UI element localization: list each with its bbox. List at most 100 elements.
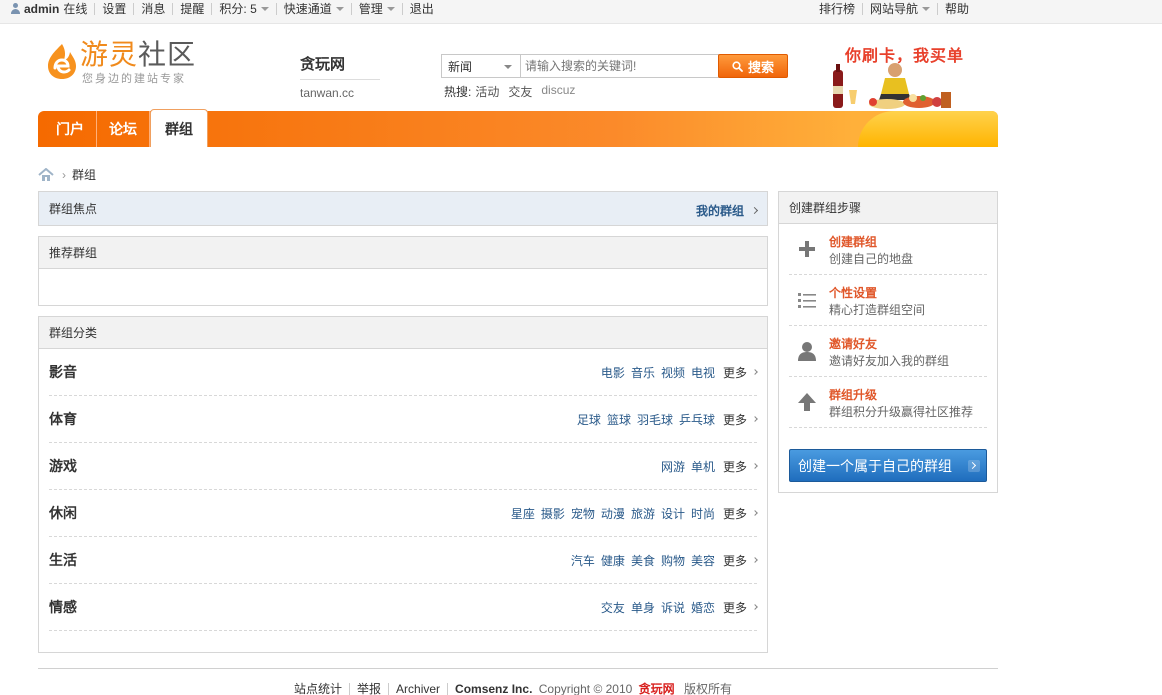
search-input[interactable] — [521, 54, 719, 78]
category-links: 汽车 健康 美食 购物 美容 更多 — [565, 537, 758, 583]
points-menu[interactable]: 积分: 5 — [212, 3, 277, 15]
breadcrumb-separator: › — [62, 167, 66, 182]
category-link[interactable]: 诉说 — [661, 599, 685, 616]
step-title[interactable]: 群组升级 — [829, 386, 877, 403]
group-focus-header: 群组焦点 我的群组 — [39, 192, 767, 225]
category-name[interactable]: 情感 — [49, 597, 77, 617]
category-link[interactable]: 健康 — [601, 552, 625, 569]
category-link[interactable]: 设计 — [661, 505, 685, 522]
help-link[interactable]: 帮助 — [938, 3, 976, 15]
category-link[interactable]: 旅游 — [631, 505, 655, 522]
step-item: 邀请好友 邀请好友加入我的群组 — [789, 326, 987, 377]
category-link[interactable]: 电视 — [691, 364, 715, 381]
category-more-link[interactable]: 更多 — [723, 411, 758, 428]
manage-menu[interactable]: 管理 — [352, 3, 403, 15]
home-icon[interactable] — [38, 167, 54, 182]
category-name[interactable]: 生活 — [49, 550, 77, 570]
create-group-button[interactable]: 创建一个属于自己的群组 — [789, 449, 987, 482]
chevron-right-icon — [752, 604, 758, 610]
footer-copyright: Comsenz Inc. Copyright © 2010 贪玩网 版权所有 — [448, 683, 739, 695]
hot-label: 热搜: — [444, 85, 472, 99]
recommended-groups-header: 推荐群组 — [39, 237, 767, 269]
site-nav-menu[interactable]: 网站导航 — [863, 3, 939, 15]
category-more-link[interactable]: 更多 — [723, 364, 758, 381]
search-bar: 新闻 搜索 — [441, 54, 789, 78]
step-title[interactable]: 创建群组 — [829, 233, 877, 250]
footer-company[interactable]: Comsenz Inc. — [455, 682, 532, 695]
hot-link[interactable]: discuz — [541, 83, 575, 100]
ad-banner[interactable]: 你刷卡，我买单 — [827, 40, 967, 112]
category-link[interactable]: 汽车 — [571, 552, 595, 569]
search-category-select[interactable]: 新闻 — [441, 54, 521, 78]
user-info[interactable]: admin 在线 — [8, 3, 96, 15]
hot-link[interactable]: 交友 — [508, 83, 532, 100]
footer-rights: 版权所有 — [684, 682, 733, 695]
logout-link[interactable]: 退出 — [403, 3, 441, 15]
category-name[interactable]: 游戏 — [49, 456, 77, 476]
settings-link[interactable]: 设置 — [95, 3, 135, 15]
step-item: 群组升级 群组积分升级赢得社区推荐 — [789, 377, 987, 428]
site-logo[interactable]: 游灵社区 您身边的建站专家 — [44, 38, 204, 86]
hot-link[interactable]: 活动 — [475, 83, 499, 100]
more-label: 更多 — [722, 459, 747, 474]
category-more-link[interactable]: 更多 — [723, 505, 758, 522]
list-icon — [797, 290, 817, 310]
step-title[interactable]: 个性设置 — [829, 284, 877, 301]
category-link[interactable]: 乒乓球 — [679, 411, 715, 428]
group-categories-title: 群组分类 — [49, 326, 98, 340]
category-name[interactable]: 休闲 — [49, 503, 77, 523]
chevron-down-icon — [922, 7, 931, 11]
logo-slogan: 您身边的建站专家 — [82, 73, 186, 85]
category-link[interactable]: 动漫 — [601, 505, 625, 522]
footer-report-link[interactable]: 举报 — [350, 683, 390, 695]
chevron-right-icon — [750, 206, 759, 215]
my-groups-link[interactable]: 我的群组 — [696, 202, 759, 219]
quick-access-menu[interactable]: 快速通道 — [277, 3, 352, 15]
footer: 站点统计 举报 Archiver Comsenz Inc. Copyright … — [294, 683, 739, 695]
step-title[interactable]: 邀请好友 — [829, 335, 877, 352]
username[interactable]: admin — [24, 3, 59, 15]
category-link[interactable]: 美食 — [631, 552, 655, 569]
logo-title-right: 社区 — [138, 38, 197, 71]
category-name[interactable]: 影音 — [49, 362, 77, 382]
category-link[interactable]: 网游 — [661, 458, 685, 475]
category-link[interactable]: 摄影 — [541, 505, 565, 522]
category-link[interactable]: 篮球 — [607, 411, 631, 428]
category-link[interactable]: 星座 — [511, 505, 535, 522]
nav-portal[interactable]: 门户 — [44, 111, 97, 147]
category-link[interactable]: 美容 — [691, 552, 715, 569]
nav-forum[interactable]: 论坛 — [97, 111, 150, 147]
group-focus-panel: 群组焦点 我的群组 — [38, 191, 768, 226]
category-link[interactable]: 时尚 — [691, 505, 715, 522]
category-name[interactable]: 体育 — [49, 409, 77, 429]
footer-stats-link[interactable]: 站点统计 — [294, 683, 351, 695]
category-link[interactable]: 视频 — [661, 364, 685, 381]
category-link[interactable]: 音乐 — [631, 364, 655, 381]
category-link[interactable]: 羽毛球 — [637, 411, 673, 428]
category-link[interactable]: 婚恋 — [691, 599, 715, 616]
category-links: 网游 单机 更多 — [655, 443, 758, 489]
category-link[interactable]: 足球 — [577, 411, 601, 428]
category-more-link[interactable]: 更多 — [723, 599, 758, 616]
category-link[interactable]: 单身 — [631, 599, 655, 616]
top-bar: admin 在线 设置 消息 提醒 积分: 5 快速通道 管理 退出 排行榜 网… — [0, 0, 1162, 24]
category-link[interactable]: 交友 — [601, 599, 625, 616]
footer-brand[interactable]: 贪玩网 — [639, 682, 675, 695]
category-link[interactable]: 单机 — [691, 458, 715, 475]
category-link[interactable]: 购物 — [661, 552, 685, 569]
recommended-groups-title: 推荐群组 — [49, 246, 98, 260]
category-link[interactable]: 宠物 — [571, 505, 595, 522]
ranking-link[interactable]: 排行榜 — [812, 3, 864, 15]
footer-archiver-link[interactable]: Archiver — [389, 683, 449, 695]
step-item: 创建群组 创建自己的地盘 — [789, 224, 987, 275]
category-links: 电影 音乐 视频 电视 更多 — [595, 349, 758, 395]
category-link[interactable]: 电影 — [601, 364, 625, 381]
category-more-link[interactable]: 更多 — [722, 458, 758, 475]
category-more-link[interactable]: 更多 — [723, 552, 758, 569]
search-button[interactable]: 搜索 — [718, 54, 788, 78]
reminders-link[interactable]: 提醒 — [173, 3, 213, 15]
plus-icon — [797, 239, 817, 259]
nav-groups[interactable]: 群组 — [150, 109, 208, 147]
chevron-right-icon — [752, 557, 758, 563]
messages-link[interactable]: 消息 — [134, 3, 174, 15]
